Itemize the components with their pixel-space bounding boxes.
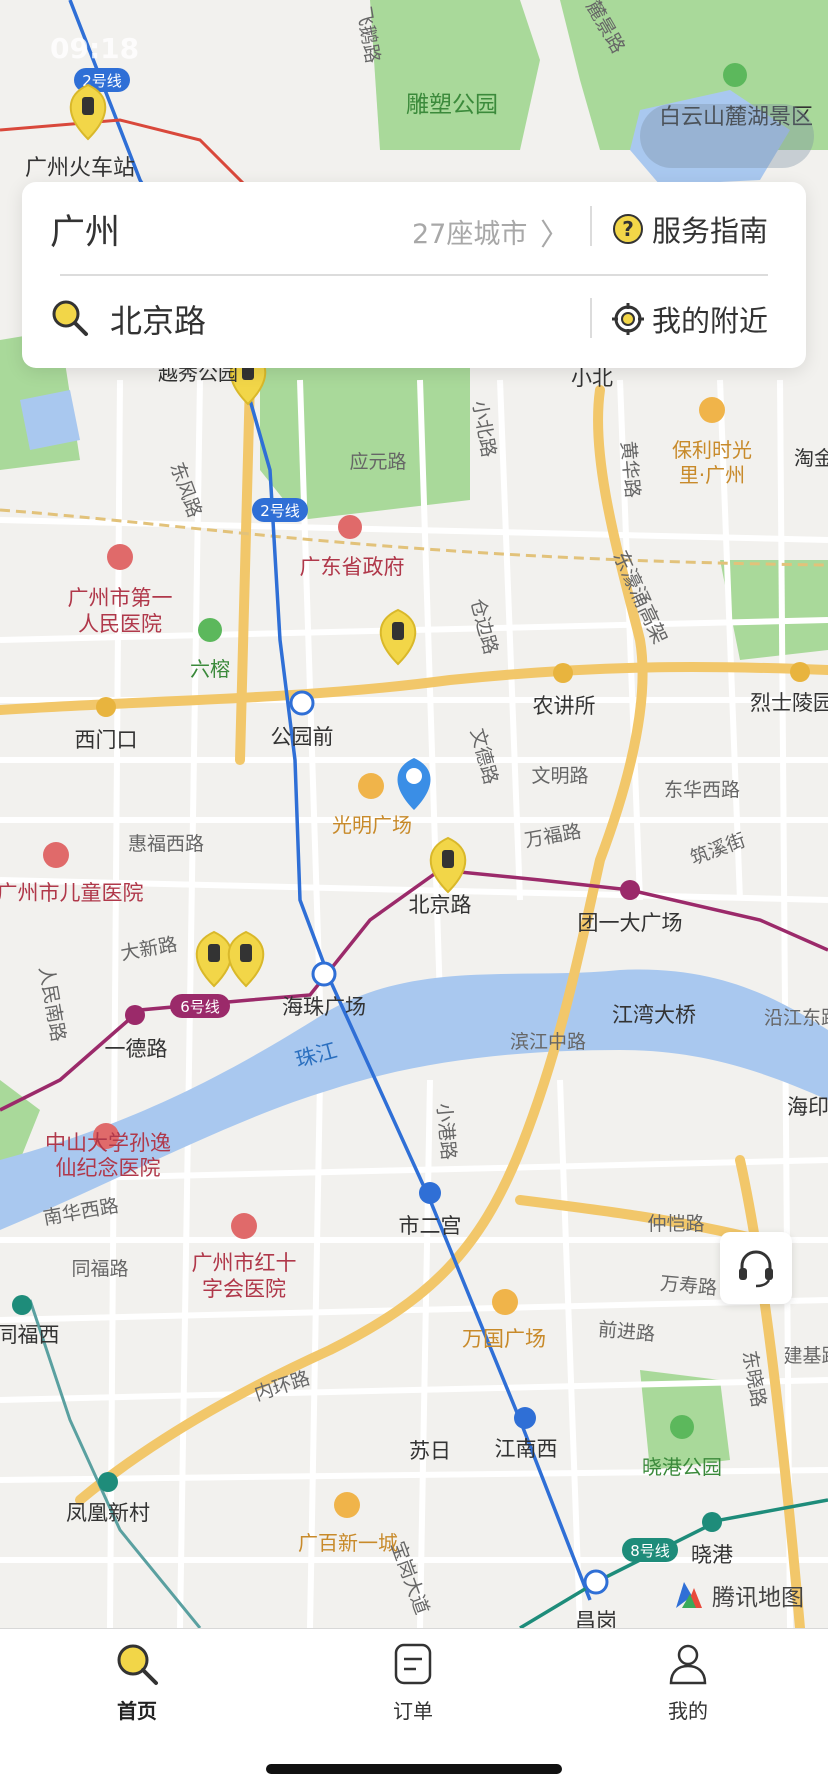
map-label: 一德路 <box>105 1037 168 1061</box>
service-guide-button[interactable]: ? 服务指南 <box>612 208 768 250</box>
city-row: 广州 27座城市 〉 ? 服务指南 <box>22 182 806 270</box>
tab-label: 我的 <box>668 1699 708 1723</box>
help-circle-icon: ? <box>613 214 643 244</box>
line-badge-text: 8号线 <box>630 1542 670 1560</box>
nearby-label: 我的附近 <box>652 304 769 338</box>
map-label: 六榕 <box>190 657 230 681</box>
map-label: 公园前 <box>271 725 334 749</box>
line-badge-text: 6号线 <box>180 998 220 1016</box>
locate-icon <box>612 303 644 335</box>
map-label: 广东省政府 <box>300 555 405 579</box>
map-label: 应元路 <box>349 451 406 473</box>
user-icon <box>669 1644 707 1685</box>
status-bar: 09:18 <box>0 0 828 100</box>
svg-text:?: ? <box>622 217 634 241</box>
chevron-right-icon[interactable]: 〉 <box>540 210 570 254</box>
map-label: 文明路 <box>531 765 588 787</box>
attribution-text: 腾讯地图 <box>712 1585 804 1611</box>
line-badge-6: 6号线 <box>170 994 230 1018</box>
map-label: 惠福西路 <box>128 833 204 855</box>
map-label: 海印 <box>787 1095 828 1119</box>
map-label: 海珠广场 <box>282 995 366 1019</box>
map-label: 仙纪念医院 <box>56 1156 161 1180</box>
map-label: 北京路 <box>409 893 472 917</box>
tencent-map-logo-icon <box>676 1582 702 1608</box>
map-label: 小北 <box>571 366 613 390</box>
map-label: 晓港 <box>691 1543 733 1567</box>
map-label: 仲恺路 <box>647 1213 704 1235</box>
nearby-button[interactable]: 我的附近 <box>612 298 768 340</box>
map-label: 建基路 <box>783 1345 828 1367</box>
map-label: 晓港公园 <box>642 1455 722 1479</box>
map-label: 市二宫 <box>399 1214 462 1238</box>
line-badge-2b: 2号线 <box>252 498 308 522</box>
map-label: 广州市红十 <box>192 1251 297 1275</box>
search-card: 广州 27座城市 〉 ? 服务指南 北京路 我的附近 <box>22 182 806 368</box>
city-count[interactable]: 27座城市 <box>412 212 527 251</box>
order-icon <box>394 1643 432 1685</box>
map-label: 江湾大桥 <box>612 1003 696 1027</box>
city-name[interactable]: 广州 <box>50 204 120 255</box>
tab-label: 首页 <box>117 1699 157 1723</box>
home-indicator <box>266 1764 562 1774</box>
map-label: 广州火车站 <box>25 156 135 181</box>
map-label: 同福西 <box>0 1323 60 1347</box>
map-label: 中山大学孙逸 <box>45 1131 171 1155</box>
map-label: 农讲所 <box>533 694 596 718</box>
search-row: 北京路 我的附近 <box>22 274 806 362</box>
divider <box>590 298 592 338</box>
search-icon <box>117 1644 158 1685</box>
map-label: 苏日 <box>409 1439 451 1463</box>
divider <box>590 206 592 246</box>
customer-service-button[interactable] <box>720 1232 792 1304</box>
map-label: 团一大广场 <box>578 911 683 935</box>
map-label: 万国广场 <box>462 1327 546 1351</box>
map-label: 保利时光 <box>672 438 752 462</box>
map-label: 东华西路 <box>664 779 740 801</box>
map-label: 广州市第一 <box>68 586 173 610</box>
map-attribution: 腾讯地图 <box>672 1578 804 1612</box>
map-label: 江南西 <box>495 1437 558 1461</box>
map-label: 烈士陵园 <box>750 691 828 715</box>
tab-label: 订单 <box>393 1699 433 1723</box>
map-label: 光明广场 <box>332 813 412 837</box>
map-label: 广百新一城 <box>298 1531 398 1555</box>
map-label: 西门口 <box>75 728 138 752</box>
service-guide-label: 服务指南 <box>652 214 769 248</box>
map-label: 滨江中路 <box>510 1031 586 1053</box>
map-label: 沿江东路 <box>764 1007 828 1029</box>
mini-program-capsule[interactable] <box>640 104 814 168</box>
map-label: 凤凰新村 <box>66 1501 150 1525</box>
status-time: 09:18 <box>50 32 140 65</box>
map-label: 人民医院 <box>78 612 162 636</box>
map-label: 同福路 <box>71 1258 128 1280</box>
map-label: 淘金 <box>794 446 828 470</box>
map-label: 昌岗 <box>575 1609 617 1628</box>
map-label: 广州市儿童医院 <box>0 881 144 905</box>
tab-orders[interactable]: 订单 <box>343 1641 483 1724</box>
line-badge-8: 8号线 <box>622 1538 678 1562</box>
line-badge-text: 2号线 <box>260 502 300 520</box>
map-label: 字会医院 <box>202 1277 286 1301</box>
search-input[interactable]: 北京路 <box>110 296 206 342</box>
search-icon[interactable] <box>50 298 90 338</box>
tab-profile[interactable]: 我的 <box>618 1641 758 1724</box>
headset-icon <box>739 1250 773 1288</box>
map-label: 里·广州 <box>679 463 745 487</box>
tab-home[interactable]: 首页 <box>67 1641 207 1724</box>
